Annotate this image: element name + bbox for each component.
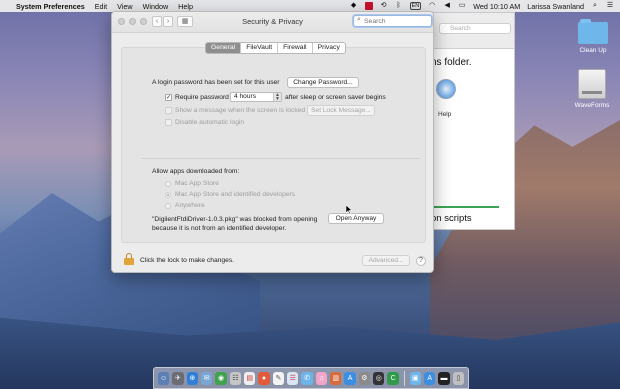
radio-identified-developers[interactable] [165, 192, 171, 198]
checkmark-icon: ✓ [166, 95, 172, 101]
menu-app-name[interactable]: System Preferences [16, 2, 85, 11]
menu-window[interactable]: Window [143, 2, 169, 11]
spotlight-icon[interactable]: ⌕ [591, 2, 599, 10]
tab-general[interactable]: General [206, 43, 242, 53]
help-button[interactable]: ? [416, 256, 426, 266]
reminders-icon[interactable]: ☰ [287, 371, 299, 385]
desktop-icon-clean-up[interactable]: Clean Up [576, 19, 610, 54]
blocked-message-line1: "DigilentFtdiDriver-1.0.3.pkg" was block… [152, 216, 318, 223]
radio-anywhere-label: Anywhere [175, 202, 205, 209]
radio-anywhere[interactable] [165, 203, 171, 209]
advanced-button[interactable]: Advanced... [362, 255, 410, 266]
chrome-icon[interactable]: ◉ [215, 371, 227, 385]
bluetooth-icon[interactable]: ᛒ [395, 2, 403, 10]
general-panel: A login password has been set for this u… [121, 47, 426, 243]
search-icon: ⌕ [357, 16, 361, 23]
tab-privacy[interactable]: Privacy [313, 43, 345, 53]
messages-icon[interactable]: ✆ [301, 371, 313, 385]
tab-bar: General FileVault Firewall Privacy [205, 42, 346, 54]
menu-user[interactable]: Larissa Swanland [527, 2, 584, 11]
radio-identified-developers-label: Mac App Store and identified developers [175, 191, 296, 198]
background-help-label[interactable]: Help [438, 111, 451, 118]
lock-text: Click the lock to make changes. [140, 257, 235, 264]
notes-icon[interactable]: ✎ [272, 371, 285, 385]
mail-icon[interactable]: ✉ [200, 371, 213, 385]
show-message-label: Show a message when the screen is locked [175, 107, 306, 114]
after-sleep-text: after sleep or screen saver begins [285, 94, 386, 101]
drive-icon [578, 69, 606, 99]
change-password-button[interactable]: Change Password... [287, 77, 359, 88]
menu-view[interactable]: View [117, 2, 132, 11]
downloads-stack-icon[interactable]: A [424, 371, 436, 385]
calendar-icon[interactable]: ▤ [244, 371, 256, 385]
title-bar[interactable]: ‹ › ▦ Security & Privacy ⌕ [112, 12, 433, 33]
lock-body [124, 258, 134, 265]
contacts-icon[interactable]: ☷ [229, 371, 242, 385]
waveforms-app-icon[interactable]: ◎ [373, 371, 385, 385]
tab-firewall[interactable]: Firewall [278, 43, 313, 53]
tab-filevault[interactable]: FileVault [241, 43, 279, 53]
background-heading-text: ns folder. [431, 57, 472, 68]
itunes-icon[interactable]: ♫ [315, 371, 328, 385]
blocked-message-line2: because it is not from an identified dev… [152, 225, 287, 232]
open-anyway-button[interactable]: Open Anyway [328, 213, 384, 224]
set-lock-message-button[interactable]: Set Lock Message... [307, 105, 375, 116]
disable-auto-login-checkbox[interactable] [165, 119, 172, 126]
require-password-checkbox[interactable]: ✓ [165, 94, 172, 101]
radio-mac-app-store-label: Mac App Store [175, 180, 219, 187]
desktop-icon-label: WaveForms [574, 102, 610, 109]
background-progress-line [431, 206, 499, 208]
menu-clock[interactable]: Wed 10:10 AM [473, 2, 520, 11]
desktop-icon-waveforms[interactable]: WaveForms [572, 69, 612, 109]
security-privacy-window: ‹ › ▦ Security & Privacy ⌕ A login passw… [111, 11, 434, 273]
volume-icon[interactable]: ◀ [443, 2, 451, 10]
ibooks-icon[interactable]: ▥ [330, 371, 342, 385]
menu-help[interactable]: Help [178, 2, 193, 11]
input-source-badge[interactable]: EN [409, 2, 422, 10]
dock: ☺ ✈ ⊕ ✉ ◉ ☷ ▤ ● ✎ ☰ ✆ ♫ ▥ A ⚙ ◎ C ▣ A ▬ … [153, 367, 469, 389]
time-machine-icon[interactable]: ⟲ [380, 2, 388, 10]
app-c-icon[interactable]: C [387, 371, 399, 385]
app-store-icon[interactable]: A [344, 371, 356, 385]
wifi-icon[interactable]: ◠ [428, 2, 436, 10]
background-search-field[interactable]: Search [439, 23, 511, 34]
notification-center-icon[interactable]: ☰ [606, 2, 614, 10]
safari-icon[interactable] [436, 79, 456, 99]
show-message-checkbox[interactable] [165, 107, 172, 114]
search-input[interactable] [364, 17, 429, 25]
menu-edit[interactable]: Edit [95, 2, 107, 11]
stepper-arrows-icon: ▲ ▼ [273, 93, 281, 102]
launchpad-icon[interactable]: ✈ [172, 371, 184, 385]
lock-icon[interactable] [124, 253, 134, 265]
screenshot-stack-icon[interactable]: ▬ [438, 371, 450, 385]
flag-icon[interactable] [364, 2, 373, 10]
allow-apps-label: Allow apps downloaded from: [152, 168, 240, 175]
trash-icon[interactable]: ▯ [452, 371, 465, 385]
folder-icon [578, 19, 608, 44]
finder-icon[interactable]: ☺ [157, 371, 170, 385]
dock-separator [403, 370, 405, 386]
desktop-icon-label: Clean Up [579, 47, 607, 54]
dropbox-icon[interactable]: ◆ [350, 2, 358, 10]
photo-booth-icon[interactable]: ● [258, 371, 270, 385]
mouse-cursor-icon [346, 205, 352, 214]
require-password-label: Require password [175, 94, 229, 101]
system-preferences-icon[interactable]: ⚙ [358, 371, 371, 385]
safari-dock-icon[interactable]: ⊕ [186, 371, 198, 385]
applications-folder-icon[interactable]: ▣ [409, 371, 422, 385]
require-password-delay-select[interactable]: 4 hours ▲ ▼ [230, 92, 282, 102]
background-body-text: on scripts [431, 213, 472, 224]
require-password-delay-value: 4 hours [234, 93, 256, 100]
search-box[interactable]: ⌕ [353, 15, 432, 27]
section-divider [142, 158, 420, 159]
login-password-text: A login password has been set for this u… [152, 79, 280, 86]
menu-status-area: ◆ ⟲ ᛒ EN ◠ ◀ ▭ Wed 10:10 AM Larissa Swan… [350, 2, 614, 11]
disable-auto-login-label: Disable automatic login [175, 119, 245, 126]
radio-mac-app-store[interactable] [165, 181, 171, 187]
battery-icon[interactable]: ▭ [458, 2, 466, 10]
